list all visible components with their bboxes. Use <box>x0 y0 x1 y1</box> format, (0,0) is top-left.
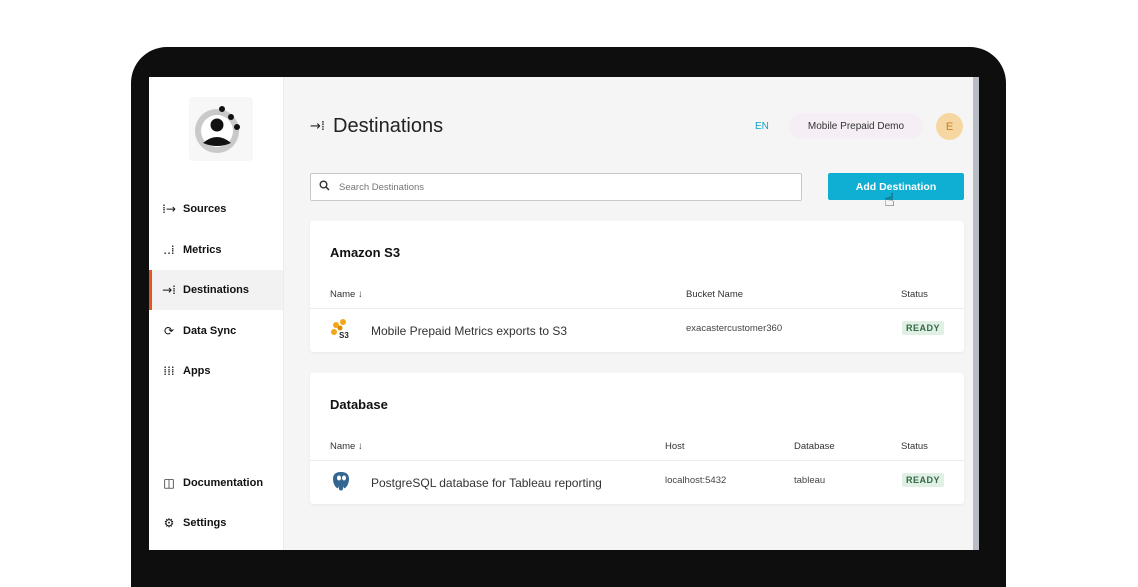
group-title: Database <box>330 397 388 412</box>
destination-name[interactable]: PostgreSQL database for Tableau reportin… <box>371 476 602 490</box>
column-header-status: Status <box>901 441 928 452</box>
status-badge: READY <box>902 321 945 335</box>
workspace-selector[interactable]: Mobile Prepaid Demo <box>789 113 923 139</box>
sidebar-item-label: Data Sync <box>183 325 237 337</box>
logo-icon <box>195 106 240 153</box>
destination-group-database: Database Name ↓ Host Database Status Pos… <box>310 373 964 504</box>
apps-grid-icon: ⁞⁞⁞ <box>163 364 175 378</box>
sidebar-item-label: Metrics <box>183 244 222 256</box>
column-header-host: Host <box>665 441 685 452</box>
gear-icon: ⚙ <box>163 516 175 530</box>
scrollbar[interactable] <box>973 77 979 550</box>
column-header-status: Status <box>901 289 928 300</box>
svg-text:S3: S3 <box>339 331 349 340</box>
status-badge: READY <box>902 473 945 487</box>
sidebar-item-label: Sources <box>183 203 227 215</box>
column-header-database: Database <box>794 441 835 452</box>
destinations-icon: →⁞ <box>310 119 326 134</box>
column-header-name[interactable]: Name ↓ <box>330 441 363 452</box>
sidebar-item-documentation[interactable]: ◫ Documentation <box>149 463 283 503</box>
sidebar-item-data-sync[interactable]: ⟳ Data Sync <box>149 311 283 351</box>
sidebar-item-label: Documentation <box>183 477 264 489</box>
main-content: →⁞ Destinations EN Mobile Prepaid Demo E… <box>284 77 979 550</box>
host-value: localhost:5432 <box>665 475 727 486</box>
divider <box>310 308 964 309</box>
destination-name[interactable]: Mobile Prepaid Metrics exports to S3 <box>371 324 567 338</box>
sidebar-item-label: Apps <box>183 365 211 377</box>
postgresql-icon <box>330 470 352 497</box>
sidebar-item-label: Settings <box>183 517 227 529</box>
destinations-icon: →⁞ <box>162 283 176 297</box>
sync-icon: ⟳ <box>163 324 175 338</box>
page-title-text: Destinations <box>333 115 444 137</box>
divider <box>310 460 964 461</box>
database-value: tableau <box>794 475 826 486</box>
book-icon: ◫ <box>163 476 175 490</box>
app-screen: ⁞→ Sources ..⁞ Metrics →⁞ Destinations ⟳… <box>149 77 979 550</box>
sidebar: ⁞→ Sources ..⁞ Metrics →⁞ Destinations ⟳… <box>149 77 284 550</box>
add-destination-button[interactable]: Add Destination <box>828 173 964 200</box>
sidebar-item-metrics[interactable]: ..⁞ Metrics <box>149 230 283 270</box>
bucket-name: exacastercustomer360 <box>686 323 783 334</box>
language-switch[interactable]: EN <box>755 121 769 132</box>
app-logo <box>189 97 253 161</box>
sidebar-item-sources[interactable]: ⁞→ Sources <box>149 189 283 229</box>
metrics-icon: ..⁞ <box>163 243 175 257</box>
column-header-name[interactable]: Name ↓ <box>330 289 363 300</box>
page-title: →⁞ Destinations <box>310 115 443 138</box>
search-icon <box>319 180 333 194</box>
sidebar-item-settings[interactable]: ⚙ Settings <box>149 503 283 543</box>
amazon-s3-icon: S3 <box>329 318 351 345</box>
avatar[interactable]: E <box>936 113 963 140</box>
sources-icon: ⁞→ <box>162 202 176 216</box>
group-title: Amazon S3 <box>330 245 401 260</box>
search-box <box>310 173 802 201</box>
sidebar-item-destinations[interactable]: →⁞ Destinations <box>149 270 283 310</box>
column-header-bucket: Bucket Name <box>686 289 744 300</box>
search-input[interactable] <box>339 181 779 193</box>
sidebar-item-label: Destinations <box>183 284 250 296</box>
sidebar-item-apps[interactable]: ⁞⁞⁞ Apps <box>149 351 283 391</box>
hand-cursor-icon: ☝ <box>884 190 895 211</box>
destination-group-s3: Amazon S3 Name ↓ Bucket Name Status S3 M… <box>310 221 964 352</box>
